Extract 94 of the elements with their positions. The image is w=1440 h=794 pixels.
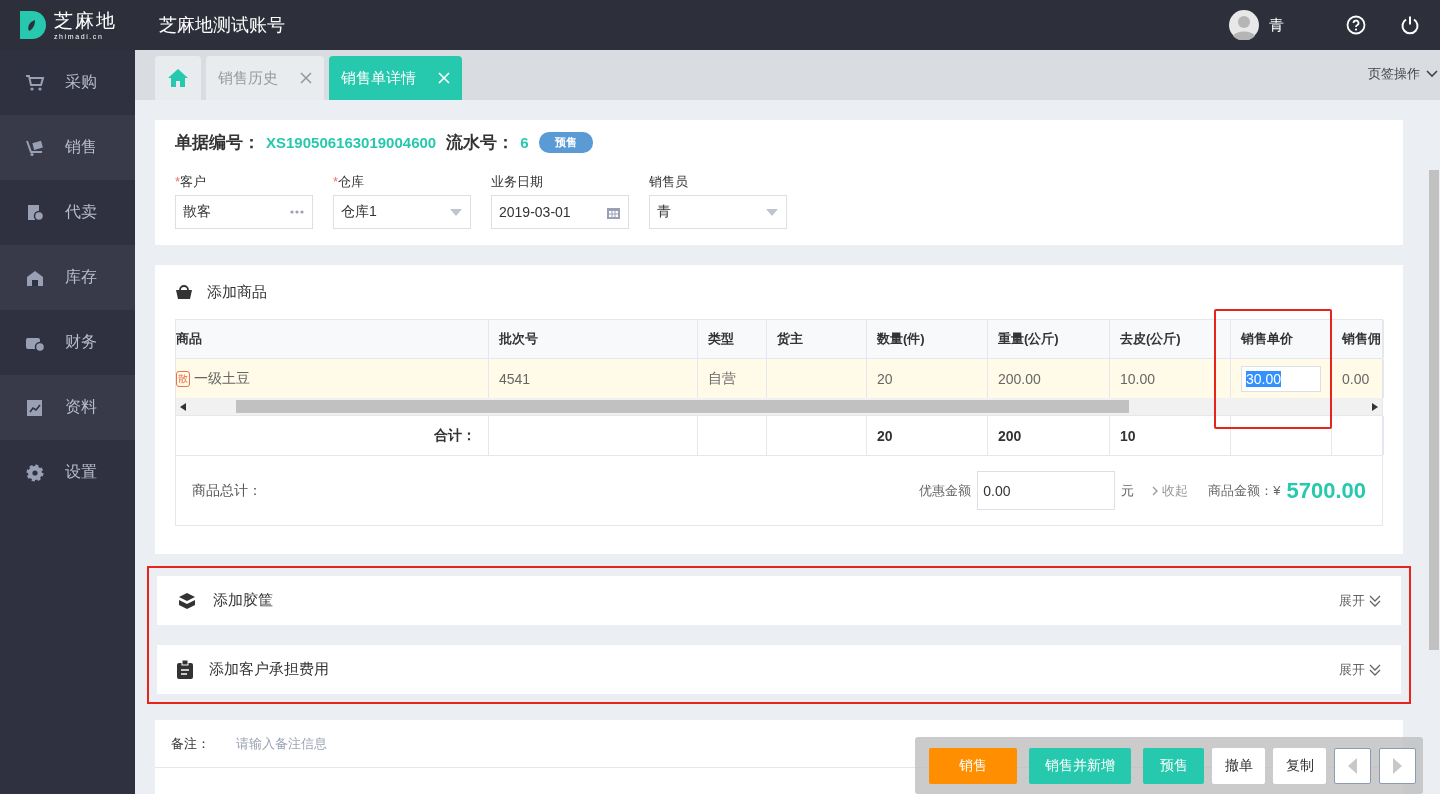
basket-icon: [175, 284, 193, 300]
dropdown-arrow-icon: [450, 208, 462, 216]
scroll-left-icon[interactable]: [180, 402, 186, 411]
table-cell: 自营: [708, 369, 736, 388]
tab-actions-menu[interactable]: 页签操作: [1368, 65, 1440, 83]
home-tab[interactable]: [155, 56, 201, 100]
collapsed-section[interactable]: 添加胶筐 展开: [157, 576, 1401, 625]
next-button[interactable]: [1379, 747, 1416, 784]
account-name: 芝麻地测试账号: [159, 14, 285, 37]
chart-icon: [25, 398, 45, 417]
more-icon[interactable]: [290, 210, 304, 214]
amount-label: 商品金额：¥: [1208, 481, 1281, 500]
total-value: 10: [1120, 427, 1136, 444]
column-header: 去皮(公斤): [1110, 320, 1231, 358]
chevron-right-icon: [1152, 485, 1159, 496]
order-number: XS190506163019004600: [266, 134, 437, 151]
column-header: 批次号: [489, 320, 698, 358]
required-mark: *: [333, 174, 339, 189]
help-icon[interactable]: [1346, 15, 1366, 35]
total-value: 200: [998, 427, 1022, 444]
expand-link[interactable]: 展开: [1339, 660, 1381, 679]
home-icon: [167, 68, 189, 88]
table-cell: 0.00: [1342, 370, 1370, 387]
table-cell: 10.00: [1120, 370, 1156, 387]
trolley-icon: [25, 138, 45, 157]
column-header: 销售单价: [1231, 320, 1332, 358]
select-field[interactable]: 仓库1: [333, 195, 471, 229]
discount-input[interactable]: 0.00: [977, 471, 1116, 510]
collapsed-section[interactable]: 添加客户承担费用 展开: [157, 645, 1401, 694]
unit-label: 元: [1121, 481, 1135, 500]
power-icon[interactable]: [1400, 15, 1420, 35]
table-cell: 4541: [499, 370, 531, 387]
horizontal-scrollbar[interactable]: [176, 398, 1382, 416]
warehouse-icon: [25, 268, 45, 287]
column-header: 类型: [698, 320, 767, 358]
section-title: 添加客户承担费用: [209, 660, 329, 679]
cart-icon: [25, 73, 45, 92]
column-header: 销售佣: [1332, 320, 1384, 358]
sidebar-item[interactable]: 财务: [0, 310, 135, 375]
goods-total-label: 商品总计：: [192, 481, 262, 500]
action-button[interactable]: 撤单: [1212, 747, 1265, 784]
serial-label: 流水号：: [446, 132, 515, 154]
boxes-icon: [177, 591, 197, 610]
previous-button[interactable]: [1334, 747, 1371, 784]
chevron-down-icon: [1426, 70, 1438, 78]
section-title: 添加胶筐: [213, 591, 273, 610]
order-number-label: 单据编号：: [175, 132, 260, 154]
section-title: 添加商品: [207, 282, 267, 302]
scroll-right-icon[interactable]: [1372, 402, 1378, 411]
expand-link[interactable]: 展开: [1339, 591, 1381, 610]
column-header: 商品: [176, 320, 489, 358]
goods-amount: 5700.00: [1286, 477, 1366, 504]
field-label: 客户: [180, 174, 207, 189]
gear-icon: [25, 463, 45, 482]
column-header: 重量(公斤): [988, 320, 1110, 358]
bulk-badge: 散: [176, 370, 190, 387]
avatar-icon[interactable]: [1229, 10, 1259, 40]
field-label: 销售员: [649, 174, 688, 189]
sidebar-item[interactable]: 资料: [0, 375, 135, 440]
double-chevron-down-icon: [1369, 663, 1381, 676]
double-chevron-down-icon: [1369, 594, 1381, 607]
logo-icon: [20, 11, 46, 39]
dropdown-arrow-icon: [766, 208, 778, 216]
table-cell: 一级土豆: [194, 369, 250, 388]
triangle-left-icon: [1348, 757, 1357, 774]
logo-name: 芝麻地: [54, 10, 117, 30]
field-label: 业务日期: [491, 174, 543, 189]
table-cell: 20: [877, 370, 893, 387]
sidebar-item[interactable]: 采购: [0, 50, 135, 115]
close-icon[interactable]: [300, 72, 312, 84]
required-mark: *: [175, 174, 181, 189]
total-value: 20: [877, 427, 893, 444]
date-field[interactable]: 2019-03-01: [491, 195, 629, 229]
discount-label: 优惠金额: [919, 481, 972, 500]
clipboard-icon: [177, 660, 193, 679]
status-badge: 预售: [538, 132, 593, 153]
remark-label: 备注：: [171, 734, 210, 753]
sidebar-item[interactable]: 代卖: [0, 180, 135, 245]
column-header: 货主: [767, 320, 867, 358]
sidebar-item[interactable]: 库存: [0, 245, 135, 310]
sidebar-item[interactable]: 设置: [0, 440, 135, 505]
sidebar-item[interactable]: 销售: [0, 115, 135, 180]
triangle-right-icon: [1393, 757, 1402, 774]
total-label: 合计：: [434, 426, 476, 445]
action-button[interactable]: 复制: [1273, 747, 1326, 784]
column-header: 数量(件): [867, 320, 988, 358]
vertical-scrollbar[interactable]: [1429, 170, 1439, 650]
serial-number: 6: [520, 134, 529, 151]
table-cell: 200.00: [998, 370, 1041, 387]
user-name[interactable]: 青: [1269, 15, 1284, 35]
picker-field[interactable]: 散客: [175, 195, 313, 229]
field-label: 仓库: [338, 174, 365, 189]
calendar-icon[interactable]: [607, 205, 620, 219]
select-field[interactable]: 青: [649, 195, 787, 229]
